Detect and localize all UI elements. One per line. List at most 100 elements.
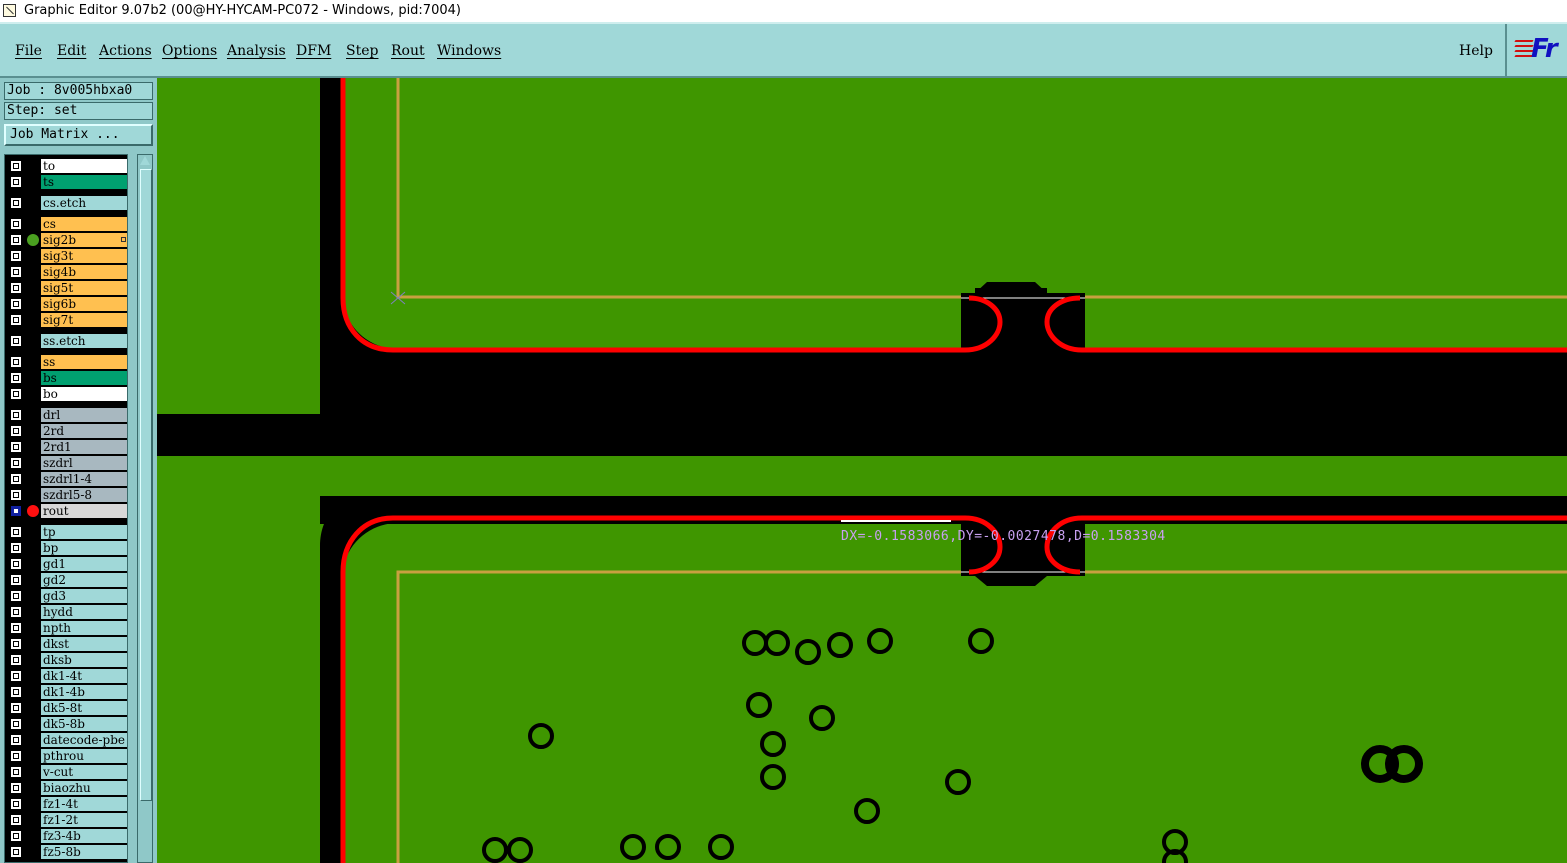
layer-row-sig6b[interactable]: sig6b	[5, 297, 127, 312]
layer-row-szdrl5-8[interactable]: szdrl5-8	[5, 488, 127, 503]
layer-checkbox[interactable]	[11, 591, 21, 601]
layer-row-dk5-8t[interactable]: dk5-8t	[5, 701, 127, 716]
layer-name[interactable]: ts	[41, 175, 127, 189]
layer-row-cs.etch[interactable]: cs.etch	[5, 196, 127, 211]
layer-checkbox[interactable]	[11, 251, 21, 261]
layer-row-datecode-pbe[interactable]: datecode-pbe	[5, 733, 127, 748]
layer-checkbox[interactable]	[11, 559, 21, 569]
layer-checkbox[interactable]	[11, 389, 21, 399]
layer-checkbox[interactable]	[11, 442, 21, 452]
layer-list-scrollbar[interactable]	[137, 154, 153, 863]
layer-name[interactable]: bs	[41, 371, 127, 385]
layer-row-ss.etch[interactable]: ss.etch	[5, 334, 127, 349]
layer-checkbox[interactable]	[11, 703, 21, 713]
layer-row-sig5t[interactable]: sig5t	[5, 281, 127, 296]
layer-checkbox[interactable]	[11, 527, 21, 537]
layer-name[interactable]: fz3-4b	[41, 829, 127, 843]
layer-name[interactable]: to	[41, 159, 127, 173]
layer-row-2rd[interactable]: 2rd	[5, 424, 127, 439]
layer-row-npth[interactable]: npth	[5, 621, 127, 636]
layer-name[interactable]: npth	[41, 621, 127, 635]
layer-checkbox[interactable]	[11, 198, 21, 208]
layer-checkbox[interactable]	[11, 815, 21, 825]
layer-row-hydd[interactable]: hydd	[5, 605, 127, 620]
layer-name[interactable]: fz5-8b	[41, 845, 127, 859]
layer-row-2rd1[interactable]: 2rd1	[5, 440, 127, 455]
layer-checkbox[interactable]	[11, 543, 21, 553]
menu-analysis[interactable]: Analysis	[227, 43, 286, 59]
layer-checkbox[interactable]	[11, 299, 21, 309]
layer-row-dksb[interactable]: dksb	[5, 653, 127, 668]
layer-checkbox[interactable]	[11, 283, 21, 293]
layer-name[interactable]: gd3	[41, 589, 127, 603]
layer-checkbox[interactable]	[11, 357, 21, 367]
layer-name[interactable]: sig6b	[41, 297, 127, 311]
layer-name[interactable]: cs.etch	[41, 196, 127, 210]
layer-checkbox[interactable]	[11, 161, 21, 171]
job-matrix-button[interactable]: Job Matrix ...	[4, 124, 153, 146]
layer-checkbox[interactable]	[11, 735, 21, 745]
layer-checkbox[interactable]	[11, 719, 21, 729]
scroll-up-arrow-icon[interactable]	[140, 156, 150, 165]
layer-name[interactable]: hydd	[41, 605, 127, 619]
menu-windows[interactable]: Windows	[437, 43, 501, 59]
layer-row-sig3t[interactable]: sig3t	[5, 249, 127, 264]
layer-name[interactable]: szdrl5-8	[41, 488, 127, 502]
layer-name[interactable]: datecode-pbe	[41, 733, 127, 747]
layer-row-gd3[interactable]: gd3	[5, 589, 127, 604]
menu-help[interactable]: Help	[1459, 43, 1493, 59]
layer-name[interactable]: v-cut	[41, 765, 127, 779]
menu-file[interactable]: File	[15, 43, 42, 59]
layer-name[interactable]: tp	[41, 525, 127, 539]
layer-checkbox[interactable]	[11, 373, 21, 383]
menu-dfm[interactable]: DFM	[296, 43, 331, 59]
layer-row-gd2[interactable]: gd2	[5, 573, 127, 588]
layer-checkbox[interactable]	[11, 219, 21, 229]
layer-row-tp[interactable]: tp	[5, 525, 127, 540]
menu-edit[interactable]: Edit	[57, 43, 86, 59]
layer-row-pthrou[interactable]: pthrou	[5, 749, 127, 764]
layer-name[interactable]: bo	[41, 387, 127, 401]
layer-checkbox[interactable]	[11, 267, 21, 277]
layer-row-dkst[interactable]: dkst	[5, 637, 127, 652]
layer-checkbox[interactable]	[11, 639, 21, 649]
layer-row-dk1-4t[interactable]: dk1-4t	[5, 669, 127, 684]
layer-name[interactable]: szdrl	[41, 456, 127, 470]
layer-checkbox[interactable]	[11, 607, 21, 617]
layer-row-rout[interactable]: rout	[5, 504, 127, 519]
layer-row-drl[interactable]: drl	[5, 408, 127, 423]
layer-row-bo[interactable]: bo	[5, 387, 127, 402]
menu-options[interactable]: Options	[162, 43, 217, 59]
layer-checkbox[interactable]	[11, 490, 21, 500]
layer-name[interactable]: dksb	[41, 653, 127, 667]
layer-row-v-cut[interactable]: v-cut	[5, 765, 127, 780]
layer-name[interactable]: sig4b	[41, 265, 127, 279]
layer-row-fz5-8b[interactable]: fz5-8b	[5, 845, 127, 860]
layer-row-to[interactable]: to	[5, 159, 127, 174]
layer-name[interactable]: biaozhu	[41, 781, 127, 795]
layer-name[interactable]: 2rd	[41, 424, 127, 438]
layer-name[interactable]: gd2	[41, 573, 127, 587]
layer-name[interactable]: sig7t	[41, 313, 127, 327]
layer-checkbox[interactable]	[11, 506, 21, 516]
layer-name[interactable]: szdrl1-4	[41, 472, 127, 486]
layer-name[interactable]: gd1	[41, 557, 127, 571]
layer-name[interactable]: cs	[41, 217, 127, 231]
layer-row-sig7t[interactable]: sig7t	[5, 313, 127, 328]
layer-checkbox[interactable]	[11, 847, 21, 857]
layer-row-dk1-4b[interactable]: dk1-4b	[5, 685, 127, 700]
layer-row-cs[interactable]: cs	[5, 217, 127, 232]
layer-name[interactable]: rout	[41, 504, 127, 518]
layer-row-dk5-8b[interactable]: dk5-8b	[5, 717, 127, 732]
layer-checkbox[interactable]	[11, 474, 21, 484]
menu-actions[interactable]: Actions	[99, 43, 152, 59]
layer-name[interactable]: dk5-8t	[41, 701, 127, 715]
layer-checkbox[interactable]	[11, 458, 21, 468]
layer-name[interactable]: drl	[41, 408, 127, 422]
layer-checkbox[interactable]	[11, 799, 21, 809]
layer-row-ts[interactable]: ts	[5, 175, 127, 190]
layer-checkbox[interactable]	[11, 783, 21, 793]
layer-row-fz3-4b[interactable]: fz3-4b	[5, 829, 127, 844]
layer-checkbox[interactable]	[11, 767, 21, 777]
scrollbar-thumb[interactable]	[140, 169, 152, 801]
